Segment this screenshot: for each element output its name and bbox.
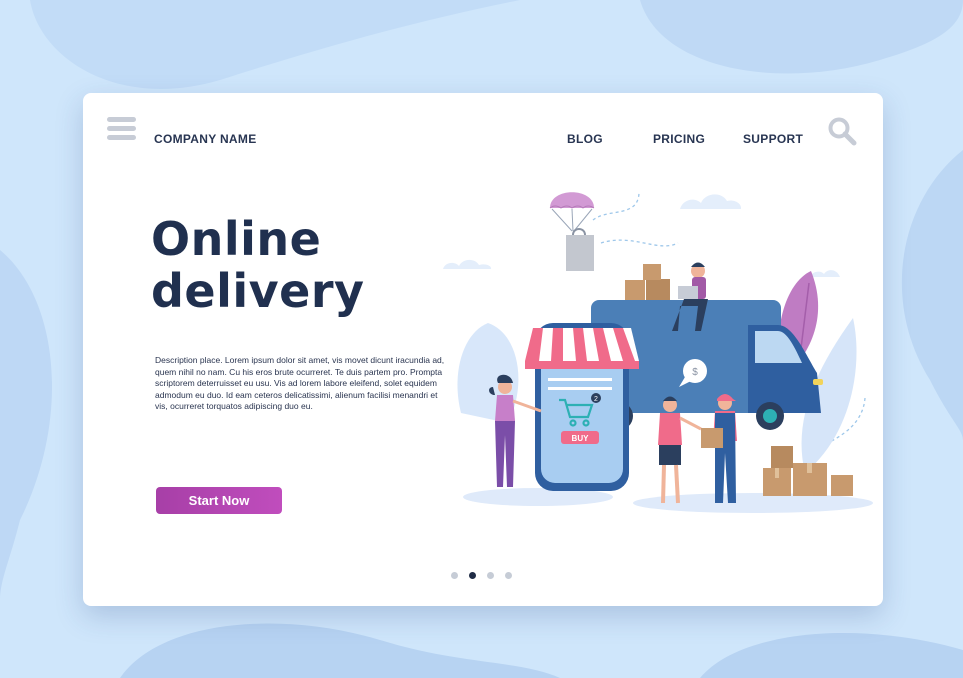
dollar-symbol: $	[692, 367, 698, 378]
delivery-illustration: $ 2 BUY	[443, 192, 873, 513]
nav-pricing[interactable]: PRICING	[653, 132, 705, 146]
smartphone-shop-icon: 2 BUY	[525, 323, 639, 491]
nav-support[interactable]: SUPPORT	[743, 132, 803, 146]
company-name: COMPANY NAME	[154, 132, 257, 146]
description-text: Description place. Lorem ipsum dolor sit…	[155, 355, 445, 411]
title-line-1: Online	[151, 212, 322, 266]
parcel-boxes	[625, 264, 670, 300]
pagination-dot[interactable]	[505, 572, 512, 579]
pagination-dot[interactable]	[487, 572, 494, 579]
landing-card: COMPANY NAME BLOG PRICING SUPPORT Online…	[83, 93, 883, 606]
page-title: Online delivery	[151, 213, 365, 317]
search-icon[interactable]	[826, 115, 858, 147]
buy-label: BUY	[572, 434, 590, 443]
title-line-2: delivery	[151, 264, 365, 318]
pagination-dots	[451, 572, 512, 579]
nav-blog[interactable]: BLOG	[567, 132, 603, 146]
start-now-button[interactable]: Start Now	[156, 487, 282, 514]
parachute-icon	[549, 192, 595, 271]
pagination-dot[interactable]	[451, 572, 458, 579]
cart-count: 2	[594, 396, 598, 403]
pagination-dot-active[interactable]	[469, 572, 476, 579]
cloud-icon	[443, 194, 840, 277]
hamburger-menu-icon[interactable]	[107, 117, 136, 144]
